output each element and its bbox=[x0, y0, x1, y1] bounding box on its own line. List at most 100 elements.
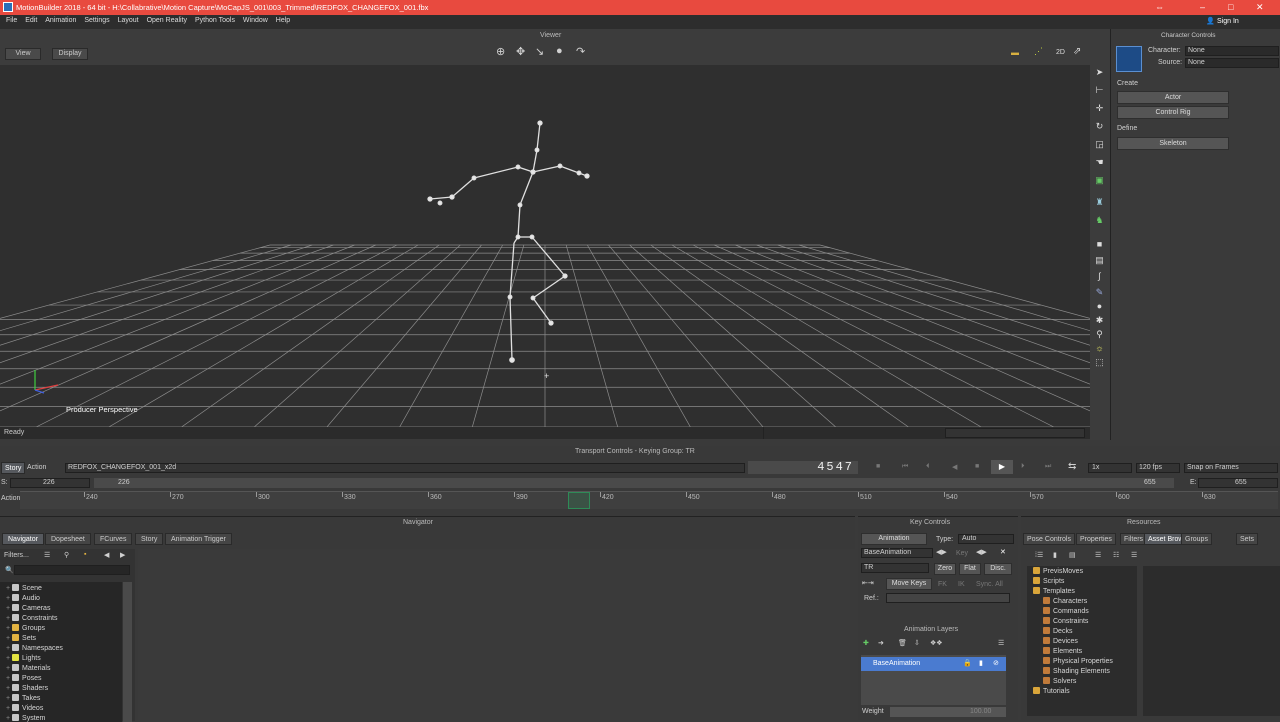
cube-outline-icon[interactable]: ▤ bbox=[1094, 255, 1105, 266]
loop-icon[interactable]: ⇆ bbox=[1068, 461, 1076, 472]
sign-in-link[interactable]: Sign In bbox=[1217, 18, 1239, 25]
keyframe-icon[interactable]: ⇤⇥ bbox=[862, 579, 874, 587]
asset-item-characters[interactable]: Characters bbox=[1043, 597, 1087, 605]
layer-mute-icon[interactable]: ⊘ bbox=[993, 659, 999, 667]
asset-item-templates[interactable]: Templates bbox=[1033, 587, 1075, 595]
list-view-icon[interactable]: ☰ bbox=[44, 551, 50, 559]
character-icon[interactable]: ♜ bbox=[1094, 197, 1105, 208]
asset-item-shading-elements[interactable]: Shading Elements bbox=[1043, 667, 1110, 675]
ref-field[interactable] bbox=[886, 593, 1010, 603]
layer-menu-icon[interactable]: ☰ bbox=[998, 639, 1004, 647]
nav-tab-dopesheet[interactable]: Dopesheet bbox=[45, 533, 91, 545]
icon-view-icon[interactable]: ☷ bbox=[1113, 551, 1119, 559]
lock-icon[interactable]: ▪ bbox=[84, 551, 86, 558]
move-keys-button[interactable]: Move Keys bbox=[886, 578, 932, 590]
menu-settings[interactable]: Settings bbox=[84, 17, 109, 24]
nav-tab-fcurves[interactable]: FCurves bbox=[94, 533, 133, 545]
frame-counter[interactable]: 4547 bbox=[748, 461, 858, 474]
stop-icon[interactable]: ■ bbox=[975, 463, 979, 470]
tree-item-namespaces[interactable]: + Namespaces bbox=[6, 644, 63, 652]
tree-item-audio[interactable]: + Audio bbox=[6, 594, 40, 602]
asset-item-solvers[interactable]: Solvers bbox=[1043, 677, 1076, 685]
rotate-icon[interactable]: ↻ bbox=[1094, 121, 1105, 132]
delete-layer-icon[interactable]: 🗑 bbox=[898, 639, 907, 647]
scale-icon[interactable]: ◲ bbox=[1094, 139, 1105, 150]
nav-tab-animation-trigger[interactable]: Animation Trigger bbox=[165, 533, 232, 545]
frame-icon[interactable]: ⬚ bbox=[1094, 357, 1105, 368]
search-input[interactable] bbox=[14, 565, 130, 575]
object-icon[interactable]: ▣ bbox=[1094, 175, 1105, 186]
play-back-icon[interactable]: ◀ bbox=[952, 463, 957, 471]
character-select[interactable]: None bbox=[1185, 46, 1279, 56]
back-icon[interactable]: ◀ bbox=[104, 551, 109, 559]
pin-icon[interactable]: ⇗ bbox=[1073, 46, 1081, 57]
pan-tool-icon[interactable]: ↘ bbox=[535, 45, 544, 58]
tree-item-cameras[interactable]: + Cameras bbox=[6, 604, 50, 612]
keying-group-select[interactable]: TR bbox=[861, 563, 929, 573]
skeleton-button[interactable]: Skeleton bbox=[1117, 137, 1229, 150]
viewport[interactable]: + Producer Perspective bbox=[0, 65, 1090, 427]
menu-edit[interactable]: Edit bbox=[25, 17, 37, 24]
res-tab-filters[interactable]: Filters bbox=[1120, 533, 1148, 545]
res-tab-sets[interactable]: Sets bbox=[1236, 533, 1259, 545]
minimize-button[interactable]: – bbox=[1200, 2, 1205, 12]
rig-icon[interactable]: ♞ bbox=[1094, 215, 1105, 226]
marker-icon[interactable]: ⚲ bbox=[1094, 329, 1105, 340]
tree-item-videos[interactable]: + Videos bbox=[6, 704, 43, 712]
tree-item-materials[interactable]: + Materials bbox=[6, 664, 50, 672]
viewer-coord-fields[interactable] bbox=[945, 428, 1085, 438]
grid-snap-icon[interactable]: ⊢ bbox=[1094, 85, 1105, 96]
asset-item-commands[interactable]: Commands bbox=[1043, 607, 1089, 615]
next-key-icon[interactable]: ⏵ bbox=[1021, 463, 1025, 471]
story-tab[interactable]: Story bbox=[1, 462, 26, 474]
speed-select[interactable]: 1x bbox=[1088, 463, 1132, 473]
panel-view-icon[interactable]: ▮ bbox=[1053, 551, 1057, 559]
scene-tree[interactable]: + Scene + Audio + Cameras + Constraints + Gr… bbox=[0, 582, 122, 722]
res-tab-pose-controls[interactable]: Pose Controls bbox=[1023, 533, 1075, 545]
layers-icon[interactable]: ❖❖ bbox=[930, 639, 943, 647]
key-button[interactable]: Key bbox=[956, 550, 968, 557]
tree-item-poses[interactable]: + Poses bbox=[6, 674, 42, 682]
light-icon[interactable]: ✱ bbox=[1094, 315, 1105, 326]
type-select[interactable]: Auto bbox=[958, 534, 1014, 544]
play-button[interactable]: ▶ bbox=[991, 460, 1013, 474]
layer-list[interactable]: BaseAnimation 🔒 ▮ ⊘ bbox=[861, 655, 1006, 705]
tree-item-takes[interactable]: + Takes bbox=[6, 694, 40, 702]
asset-item-tutorials[interactable]: Tutorials bbox=[1033, 687, 1070, 695]
asset-item-elements[interactable]: Elements bbox=[1043, 647, 1082, 655]
filter-icon[interactable]: ⚲ bbox=[64, 551, 69, 559]
stop-record-icon[interactable]: ■ bbox=[876, 463, 880, 470]
layer-select[interactable]: BaseAnimation bbox=[861, 548, 933, 558]
tree-item-shaders[interactable]: + Shaders bbox=[6, 684, 48, 692]
tree-view-icon[interactable]: ⁞☰ bbox=[1035, 551, 1043, 559]
restore-icon[interactable]: ⇔ bbox=[1155, 2, 1164, 12]
add-layer-icon[interactable]: ✚ bbox=[863, 639, 869, 647]
menu-python-tools[interactable]: Python Tools bbox=[195, 17, 235, 24]
range-slider[interactable]: 226 655 bbox=[94, 478, 1174, 488]
filters-label[interactable]: Filters... bbox=[4, 552, 29, 559]
asset-tree[interactable]: PrevisMoves Scripts Templates Characters Com… bbox=[1027, 566, 1137, 716]
weight-slider[interactable]: 100.00 bbox=[890, 707, 1006, 717]
asset-item-prevismoves[interactable]: PrevisMoves bbox=[1033, 567, 1083, 575]
ik-button[interactable]: IK bbox=[958, 581, 965, 588]
asset-item-decks[interactable]: Decks bbox=[1043, 627, 1072, 635]
prev-key-icon[interactable]: ⏴ bbox=[926, 463, 930, 471]
display-button[interactable]: Display bbox=[52, 48, 88, 60]
thumbnail-view-icon[interactable]: ☰ bbox=[1131, 551, 1137, 559]
flat-button[interactable]: Flat bbox=[959, 563, 981, 575]
base-layer-row[interactable]: BaseAnimation 🔒 ▮ ⊘ bbox=[861, 657, 1006, 671]
layer-solo-icon[interactable]: ▮ bbox=[979, 659, 983, 667]
curve-icon[interactable]: ∫ bbox=[1094, 271, 1105, 282]
tree-item-sets[interactable]: + Sets bbox=[6, 634, 36, 642]
res-tab-groups[interactable]: Groups bbox=[1181, 533, 1212, 545]
points-icon[interactable]: ⋰ bbox=[1034, 46, 1043, 57]
take-select[interactable]: REDFOX_CHANGEFOX_001_x2d bbox=[65, 463, 745, 473]
tree-item-lights[interactable]: + Lights bbox=[6, 654, 41, 662]
select-arrow-icon[interactable]: ➤ bbox=[1094, 67, 1105, 78]
sun-icon[interactable]: ☼ bbox=[1094, 343, 1105, 354]
actor-button[interactable]: Actor bbox=[1117, 91, 1229, 104]
scrollbar[interactable] bbox=[123, 582, 132, 722]
maximize-button[interactable]: □ bbox=[1228, 2, 1233, 12]
layer-lock-icon[interactable]: 🔒 bbox=[963, 659, 972, 667]
merge-layer-icon[interactable]: ⇩ bbox=[914, 639, 920, 647]
